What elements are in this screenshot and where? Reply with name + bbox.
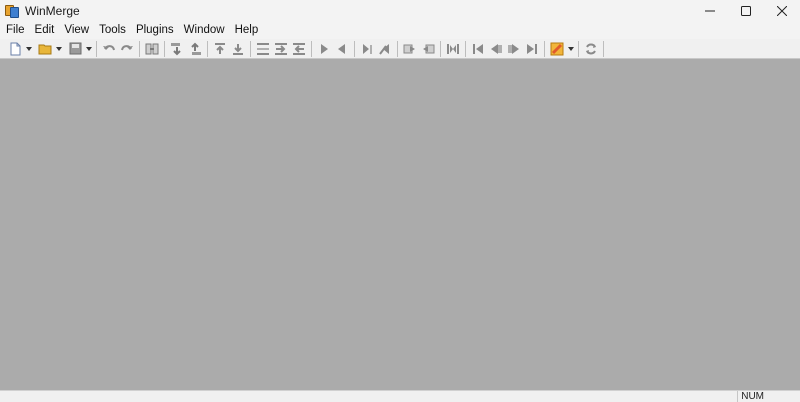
toolbar-separator [440,40,441,57]
copy-left-icon [293,42,305,55]
collapse-button[interactable] [444,40,462,58]
current-diff-button[interactable] [254,40,272,58]
previous-file-icon [491,43,502,54]
copy-right-button[interactable] [272,40,290,58]
toolbar-separator [164,40,165,57]
document-compare-icon [145,43,159,54]
previous-file-button[interactable] [487,40,505,58]
maximize-icon [741,6,751,16]
all-right-button[interactable] [358,40,376,58]
first-diff-icon [215,42,225,54]
window-controls [692,0,800,22]
copy-left-advance-button[interactable] [333,40,351,58]
menu-edit[interactable]: Edit [30,22,60,39]
menu-view[interactable]: View [59,22,94,39]
merge-icon [403,44,415,53]
toolbar-separator [397,40,398,57]
redo-icon [121,44,133,50]
close-button[interactable] [764,0,800,22]
menu-tools[interactable]: Tools [94,22,131,39]
chevron-down-icon [567,46,574,51]
options-icon [550,42,564,55]
copy-right-icon [275,42,287,55]
chevron-down-icon [25,46,32,51]
merge-left-button[interactable] [419,40,437,58]
title-bar: WinMerge [0,0,800,22]
options-dropdown-button[interactable] [566,40,575,58]
toolbar-separator [207,40,208,57]
toolbar-separator [311,40,312,57]
mdi-workspace [0,59,800,390]
all-left-button[interactable] [376,40,394,58]
merge-icon [423,44,435,53]
window-title: WinMerge [25,4,80,18]
open-button[interactable] [36,40,54,58]
menu-bar: File Edit View Tools Plugins Window Help [0,22,800,39]
last-file-icon [527,43,537,54]
new-dropdown-button[interactable] [24,40,33,58]
menu-help[interactable]: Help [230,22,264,39]
copy-right-advance-icon [321,43,328,54]
undo-icon [103,44,115,50]
options-button[interactable] [548,40,566,58]
last-diff-icon [233,43,243,55]
previous-diff-button[interactable] [186,40,204,58]
menu-file[interactable]: File [1,22,30,39]
toolbar-separator [139,40,140,57]
refresh-icon [586,43,596,54]
minimize-button[interactable] [692,0,728,22]
next-diff-icon [171,42,181,55]
new-document-icon [10,42,21,55]
minimize-icon [705,10,715,12]
open-dropdown-button[interactable] [54,40,63,58]
toolbar-separator [544,40,545,57]
merge-icon [447,43,459,54]
save-dropdown-button[interactable] [84,40,93,58]
redo-button[interactable] [118,40,136,58]
maximize-button[interactable] [728,0,764,22]
save-icon [69,42,81,55]
chevron-down-icon [85,46,92,51]
refresh-button[interactable] [582,40,600,58]
new-button[interactable] [6,40,24,58]
current-diff-icon [257,42,269,55]
compare-button[interactable] [143,40,161,58]
toolbar-separator [354,40,355,57]
first-file-button[interactable] [469,40,487,58]
winmerge-app-icon [5,4,19,18]
previous-diff-icon [191,42,201,55]
menu-window[interactable]: Window [179,22,230,39]
menu-plugins[interactable]: Plugins [131,22,179,39]
next-diff-button[interactable] [168,40,186,58]
toolbar-separator [465,40,466,57]
last-diff-button[interactable] [229,40,247,58]
status-bar: NUM [0,390,800,402]
first-diff-button[interactable] [211,40,229,58]
undo-button[interactable] [100,40,118,58]
first-file-icon [473,43,483,54]
close-icon [777,6,787,16]
merge-right-button[interactable] [401,40,419,58]
toolbar-separator [603,40,604,57]
copy-right-advance-button[interactable] [315,40,333,58]
toolbar-separator [578,40,579,57]
save-button[interactable] [66,40,84,58]
next-file-button[interactable] [505,40,523,58]
num-lock-indicator: NUM [737,391,764,402]
copy-left-button[interactable] [290,40,308,58]
open-folder-icon [38,44,51,55]
all-left-icon [379,43,389,55]
toolbar-separator [96,40,97,57]
all-right-icon [363,43,372,54]
toolbar-separator [250,40,251,57]
last-file-button[interactable] [523,40,541,58]
toolbar [0,39,800,59]
chevron-down-icon [55,46,62,51]
next-file-icon [508,43,519,54]
copy-left-advance-icon [338,43,345,54]
